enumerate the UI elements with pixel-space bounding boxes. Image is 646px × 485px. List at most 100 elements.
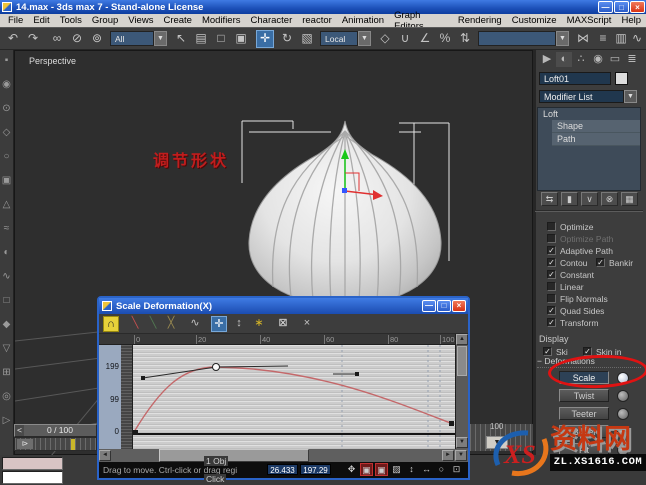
display-xy-axes-icon[interactable]: ╳ (163, 316, 179, 332)
rectangular-selection-icon[interactable]: □ (212, 30, 230, 48)
reactor-tool-11-icon[interactable]: □ (0, 290, 13, 314)
reactor-tool-6-icon[interactable]: ▣ (0, 170, 13, 194)
vscroll-bottom-arrow[interactable]: ▼ (455, 450, 467, 461)
banking-checkbox[interactable]: ✓ (596, 258, 605, 267)
select-and-move-icon[interactable]: ✛ (256, 30, 274, 48)
tab-modify[interactable]: ◐ (556, 52, 572, 67)
select-and-link-icon[interactable]: ∞ (48, 30, 66, 48)
delete-control-point-icon[interactable]: ⊠ (275, 316, 291, 332)
graph-vertical-scrollbar[interactable]: ▲ ▼ (455, 334, 468, 449)
curve-y-value-field[interactable]: 197.29 (300, 464, 331, 475)
zoom-extents-all-icon[interactable]: ▣ (375, 463, 388, 476)
graph-horizontal-scrollbar[interactable]: ◄ ► ▼ (99, 449, 468, 462)
move-control-point-icon[interactable]: ✛ (211, 316, 227, 332)
dialog-minimize-button[interactable]: — (422, 300, 436, 312)
reactor-tool-13-icon[interactable]: ▽ (0, 338, 13, 362)
menu-customize[interactable]: Customize (507, 15, 562, 26)
tab-motion[interactable]: ◉ (590, 52, 606, 67)
zoom-times-icon[interactable]: ↔ (420, 463, 433, 476)
reactor-tool-5-icon[interactable]: ○ (0, 146, 13, 170)
track-bar[interactable]: ⊳ (14, 437, 97, 451)
menu-help[interactable]: Help (616, 15, 646, 26)
reactor-tool-12-icon[interactable]: ◆ (0, 314, 13, 338)
minimize-button[interactable]: — (598, 1, 613, 13)
insert-corner-point-icon[interactable]: ∗ (251, 316, 267, 332)
menu-edit[interactable]: Edit (28, 15, 54, 26)
make-symmetrical-icon[interactable]: ∩ (103, 316, 119, 332)
angle-snap-icon[interactable]: ∠ (416, 30, 434, 48)
reactor-tool-1-icon[interactable]: ▪ (0, 50, 13, 74)
zoom-region-icon[interactable]: ⊡ (450, 463, 463, 476)
reactor-tool-8-icon[interactable]: ≈ (0, 218, 13, 242)
redo-icon[interactable]: ↷ (24, 30, 42, 48)
scroll-left-arrow[interactable]: ◄ (99, 450, 111, 461)
mirror-icon[interactable]: ⋈ (574, 30, 592, 48)
menu-tools[interactable]: Tools (55, 15, 87, 26)
contour-checkbox[interactable]: ✓ (547, 258, 556, 267)
select-and-manipulate-icon[interactable]: ◇ (376, 30, 394, 48)
menu-maxscript[interactable]: MAXScript (562, 15, 617, 26)
time-slider[interactable]: < 0 / 100 (14, 424, 97, 437)
tab-create[interactable]: ▶ (539, 52, 555, 67)
reactor-tool-2-icon[interactable]: ◉ (0, 74, 13, 98)
reactor-tool-16-icon[interactable]: ▷ (0, 410, 13, 434)
named-selection-sets-arrow[interactable]: ▼ (556, 31, 569, 46)
reactor-tool-15-icon[interactable]: ◎ (0, 386, 13, 410)
undo-icon[interactable]: ↶ (4, 30, 22, 48)
spinner-snap-icon[interactable]: ⇅ (456, 30, 474, 48)
menu-rendering[interactable]: Rendering (453, 15, 507, 26)
close-button[interactable]: × (630, 1, 645, 13)
hscroll-thumb[interactable] (159, 449, 309, 462)
zoom-icon[interactable]: ○ (435, 463, 448, 476)
select-by-name-icon[interactable]: ▤ (192, 30, 210, 48)
reactor-tool-9-icon[interactable]: ◐ (0, 242, 13, 266)
show-end-result-button[interactable]: ▮ (561, 192, 578, 206)
previous-frame-arrow[interactable]: < (15, 425, 24, 436)
adaptive-path-checkbox[interactable]: ✓ (547, 246, 556, 255)
vscroll-thumb[interactable] (457, 346, 467, 376)
menu-group[interactable]: Group (87, 15, 123, 26)
dialog-close-button[interactable]: × (452, 300, 466, 312)
zoom-horiz-extents-icon[interactable]: ▨ (390, 463, 403, 476)
modifier-stack[interactable]: Loft Shape Path (537, 107, 641, 191)
menu-create[interactable]: Create (158, 15, 197, 26)
menu-file[interactable]: File (3, 15, 28, 26)
window-crossing-icon[interactable]: ▣ (232, 30, 250, 48)
selection-filter-dropdown[interactable]: All (110, 31, 154, 46)
snaps-toggle-icon[interactable]: ∪ (396, 30, 414, 48)
select-and-scale-icon[interactable]: ▧ (298, 30, 316, 48)
modifier-list-dropdown[interactable]: Modifier List (539, 90, 624, 103)
remove-modifier-button[interactable]: ⊗ (601, 192, 618, 206)
maximize-button[interactable]: □ (614, 1, 629, 13)
tab-hierarchy[interactable]: ∴ (573, 52, 589, 67)
configure-stack-button[interactable]: ▦ (621, 192, 638, 206)
swap-deform-curves-icon[interactable]: ∿ (187, 316, 203, 332)
zoom-extents-icon[interactable]: ▣ (360, 463, 373, 476)
percent-snap-icon[interactable]: % (436, 30, 454, 48)
display-x-axis-icon[interactable]: ╲ (127, 316, 143, 332)
scroll-right-arrow[interactable]: ► (442, 450, 454, 461)
curve-editor-icon[interactable]: ∿ (628, 30, 646, 48)
scroll-up-arrow[interactable]: ▲ (456, 334, 468, 345)
menu-modifiers[interactable]: Modifiers (197, 15, 246, 26)
optimize-checkbox[interactable] (547, 222, 556, 231)
select-and-rotate-icon[interactable]: ↻ (278, 30, 296, 48)
title-bar[interactable]: 14.max - 3ds max 7 - Stand-alone License… (0, 0, 646, 14)
pan-hand-icon[interactable]: ✥ (345, 463, 358, 476)
bind-to-space-warp-icon[interactable]: ⊚ (88, 30, 106, 48)
constant-checkbox[interactable]: ✓ (547, 270, 556, 279)
track-bar-marker[interactable] (71, 439, 75, 450)
linear-checkbox[interactable] (547, 282, 556, 291)
menu-animation[interactable]: Animation (337, 15, 389, 26)
object-color-swatch[interactable] (615, 72, 628, 85)
stack-item-shape[interactable]: Shape (552, 120, 640, 133)
menu-character[interactable]: Character (246, 15, 298, 26)
reactor-tool-14-icon[interactable]: ⊞ (0, 362, 13, 386)
optimize-path-checkbox[interactable] (547, 234, 556, 243)
display-y-axis-icon[interactable]: ╲ (145, 316, 161, 332)
make-unique-button[interactable]: ∨ (581, 192, 598, 206)
tab-display[interactable]: ▭ (607, 52, 623, 67)
selection-filter-arrow[interactable]: ▼ (154, 31, 167, 46)
reset-curve-icon[interactable]: × (299, 316, 315, 332)
stack-item-loft[interactable]: Loft (538, 108, 640, 120)
